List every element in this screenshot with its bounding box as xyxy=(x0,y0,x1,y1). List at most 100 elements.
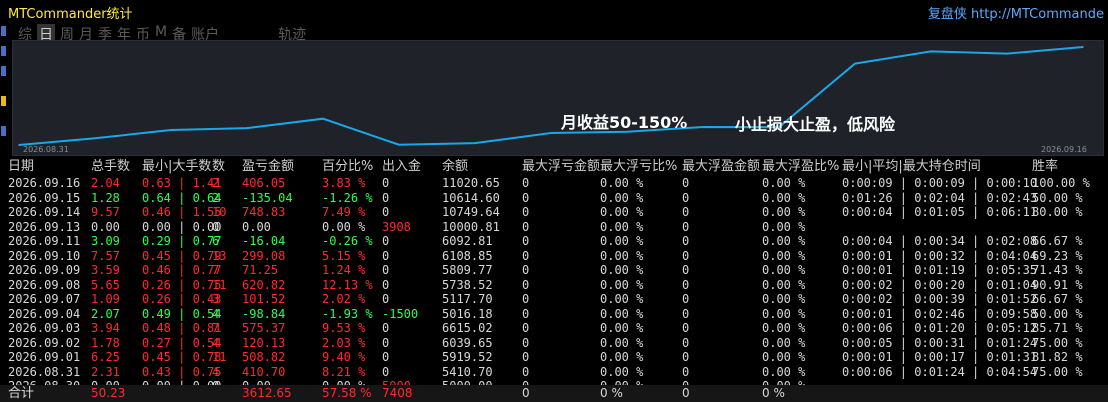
table-row[interactable]: 2026.09.02 1.78 0.27 | 0.54 4 120.13 2.03 % 0 6… xyxy=(0,336,1108,351)
header-cell[interactable]: 余额 xyxy=(442,158,468,176)
cell-pct: 1.24 % xyxy=(322,263,366,277)
cell-lots: 2.31 xyxy=(91,364,120,379)
chart-start-date: 2026.08.31 xyxy=(23,145,69,154)
cell-fpp: 0.00 % xyxy=(762,292,806,306)
cell-pct: 5.15 % xyxy=(322,248,366,263)
cell-fpp: 0.00 % xyxy=(762,248,806,263)
cell-fp: 0 xyxy=(682,364,690,379)
table-row[interactable]: 2026.09.15 1.28 0.64 | 0.64 2 -135.04 -1.26 %… xyxy=(0,191,1108,206)
cell-hold: 0:00:06 | 0:01:20 | 0:05:12 xyxy=(842,321,1038,335)
cell-minmax: 0.29 | 0.77 xyxy=(142,234,222,248)
cell-flp: 0.00 % xyxy=(600,263,644,277)
cell-date: 2026.09.14 xyxy=(8,205,81,219)
cell-win: 81.82 % xyxy=(1032,350,1083,364)
cell-hold: 0:00:01 | 0:00:17 | 0:01:31 xyxy=(842,350,1038,364)
cell-fpp: 0.00 % xyxy=(762,263,806,277)
header-cell[interactable]: 日期 xyxy=(8,158,34,176)
equity-chart: 月收益50-150% 小止损大止盈，低风险 2026.08.31 2026.09… xyxy=(12,40,1104,156)
cell-date: 2026.09.08 xyxy=(8,277,81,292)
cell-pl: 120.13 xyxy=(242,335,286,350)
cell-fpp: 0.00 % xyxy=(762,277,806,292)
table-row[interactable]: 2026.09.07 1.09 0.26 | 0.43 3 101.52 2.02 % 0 5… xyxy=(0,292,1108,307)
equity-point-12 xyxy=(930,50,932,53)
table-row[interactable]: 2026.09.13 0.00 0.00 | 0.00 0 0.00 0.00 % 3908… xyxy=(0,220,1108,235)
cell-fp: 0 xyxy=(682,321,690,335)
cell-date: 2026.09.04 xyxy=(8,306,81,321)
cell-hold: 0:00:02 | 0:00:20 | 0:01:04 xyxy=(842,277,1038,292)
cell-n: 7 xyxy=(212,321,220,335)
cell-lots: 3.09 xyxy=(91,234,120,248)
cell-pct: 8.21 % xyxy=(322,364,366,379)
header-cell[interactable]: 百分比% xyxy=(322,158,373,176)
brand-link[interactable]: 复盘侠 http://MTCommande xyxy=(928,3,1104,22)
cell-fpp: 0.00 % xyxy=(762,234,806,248)
table-row[interactable]: 2026.09.04 2.07 0.49 | 0.54 4 -98.84 -1.93 % -… xyxy=(0,307,1108,322)
cell-fp: 0 xyxy=(682,176,690,190)
table-row[interactable]: 2026.09.14 9.57 0.46 | 1.55 10 748.83 7.49 % 0… xyxy=(0,205,1108,220)
header-cell[interactable]: 数 xyxy=(212,158,225,176)
equity-point-5 xyxy=(398,143,400,146)
header-cell[interactable]: 最大浮盈金额 xyxy=(682,158,760,176)
cell-fp: 0 xyxy=(682,277,690,292)
cell-pl: 508.82 xyxy=(242,350,286,364)
cell-fpp: 0.00 % xyxy=(762,306,806,321)
cell-hold: 0:00:01 | 0:02:46 | 0:09:58 xyxy=(842,306,1038,321)
cell-io: 0 xyxy=(382,350,390,364)
cell-lots: 0.00 xyxy=(91,219,120,234)
cell-flp: 0.00 % xyxy=(600,321,644,335)
cell-bal: 5117.70 xyxy=(442,292,493,306)
cell-date: 2026.09.11 xyxy=(8,234,81,248)
equity-point-13 xyxy=(1006,52,1008,55)
table-header: 日期 总手数 最小|大手数数盈亏金额 百分比% 出入金 余额 最大浮亏金额 最大浮亏比% 最大浮… xyxy=(0,158,1108,176)
cell-date: 2026.09.16 xyxy=(8,176,81,190)
header-cell[interactable]: 总手数 xyxy=(91,158,130,176)
cell-fl: 0 xyxy=(522,335,530,350)
cell-date: 2026.09.03 xyxy=(8,321,81,335)
cell-flp: 0.00 % xyxy=(600,364,644,379)
table-row[interactable]: 2026.09.16 2.04 0.63 | 1.41 2 406.05 3.83 % 0 1… xyxy=(0,176,1108,191)
header-cell[interactable]: 盈亏金额 xyxy=(242,158,294,176)
cell-n: 11 xyxy=(212,350,227,364)
cell-lots: 3.94 xyxy=(91,321,120,335)
total-row: 合计 50.23 3612.65 57.58 % 7408 0 0 % 0 0 … xyxy=(0,385,1108,402)
table-row[interactable]: 2026.09.01 6.25 0.45 | 0.78 11 508.82 9.40 % 0… xyxy=(0,350,1108,365)
cell-fp: 0 xyxy=(682,263,690,277)
cell-fp: 0 xyxy=(682,350,690,364)
header-cell[interactable]: 最大浮亏比% xyxy=(600,158,677,176)
header-cell[interactable]: 最小|大手数 xyxy=(142,158,211,176)
cell-minmax: 0.46 | 1.55 xyxy=(142,205,222,219)
equity-point-0 xyxy=(18,144,20,146)
table-row[interactable]: 2026.09.11 3.09 0.29 | 0.77 6 -16.04 -0.26 % 0… xyxy=(0,234,1108,249)
header-cell[interactable]: 最大浮盈比% xyxy=(762,158,839,176)
cell-bal: 5919.52 xyxy=(442,350,493,364)
cell-fl: 0 xyxy=(522,219,530,234)
header-cell[interactable]: 出入金 xyxy=(382,158,421,176)
header-cell[interactable]: 最大浮亏金额 xyxy=(522,158,600,176)
table-row[interactable]: 2026.08.31 2.31 0.43 | 0.75 4 410.70 8.21 % 0 5… xyxy=(0,365,1108,380)
cell-flp: 0.00 % xyxy=(600,292,644,306)
cell-fl: 0 xyxy=(522,176,530,190)
cell-pct: 0.00 % xyxy=(322,219,366,234)
cell-pct: -0.26 % xyxy=(322,234,373,248)
cell-pct: 12.13 % xyxy=(322,277,373,292)
stats-panel: MTCommander统计 复盘侠 http://MTCommande 综日周月… xyxy=(0,0,1108,402)
header-cell[interactable]: 胜率 xyxy=(1032,158,1058,176)
cell-bal: 6092.81 xyxy=(442,234,493,248)
table-row[interactable]: 2026.09.03 3.94 0.48 | 0.81 7 575.37 9.53 % 0 6… xyxy=(0,321,1108,336)
table-row[interactable]: 2026.09.09 3.59 0.46 | 0.77 7 71.25 1.24 % 0 58… xyxy=(0,263,1108,278)
table-row[interactable]: 2026.09.10 7.57 0.45 | 0.79 13 299.08 5.15 % 0… xyxy=(0,249,1108,264)
cell-fp: 0 xyxy=(682,292,690,306)
header-cell[interactable]: 最小|平均|最大持仓时间 xyxy=(842,158,981,176)
cell-bal: 6039.65 xyxy=(442,335,493,350)
cell-pct: 7.49 % xyxy=(322,205,366,219)
cell-fl: 0 xyxy=(522,234,530,248)
cell-flp: 0.00 % xyxy=(600,219,644,234)
cell-bal: 10000.81 xyxy=(442,219,500,234)
cell-date: 2026.09.02 xyxy=(8,335,81,350)
table-row[interactable]: 2026.09.08 5.65 0.26 | 0.75 11 620.82 12.13 %… xyxy=(0,278,1108,293)
cell-fl: 0 xyxy=(522,263,530,277)
cell-fl: 0 xyxy=(522,248,530,263)
cell-io: 3908 xyxy=(382,219,411,234)
cell-fl: 0 xyxy=(522,321,530,335)
equity-point-3 xyxy=(246,127,248,129)
